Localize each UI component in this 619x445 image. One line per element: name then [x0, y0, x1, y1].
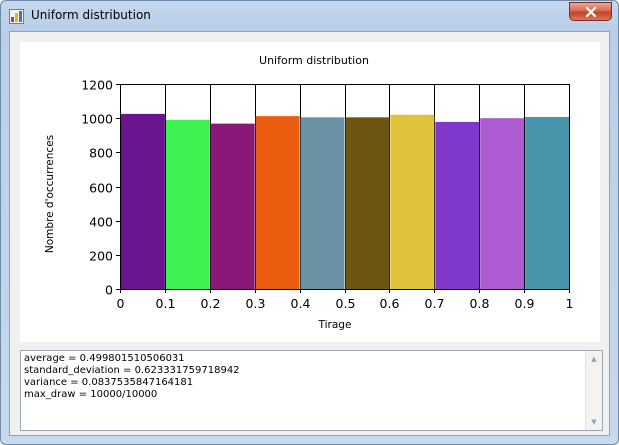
stat-line-variance: variance = 0.0837535847164181 — [24, 377, 194, 388]
bar-3 — [255, 116, 300, 289]
bar-7 — [435, 121, 480, 289]
bar-8 — [480, 118, 525, 290]
scroll-down-arrow-icon[interactable]: ▼ — [586, 414, 602, 430]
chart-title: Uniform distribution — [259, 54, 369, 67]
x-tick-label-10: 1 — [566, 296, 574, 311]
bar-2 — [210, 123, 255, 289]
x-tick-label-9: 0.9 — [515, 296, 535, 311]
bar-0 — [121, 113, 165, 289]
close-button[interactable] — [569, 2, 612, 21]
x-tick-label-1: 0.1 — [156, 296, 176, 311]
x-tick-label-5: 0.5 — [336, 296, 356, 311]
x-tick-label-7: 0.7 — [425, 296, 445, 311]
x-tick-label-4: 0.4 — [291, 296, 311, 311]
stat-line-standard-deviation: standard_deviation = 0.623331759718942 — [24, 365, 240, 376]
bar-6 — [390, 114, 435, 289]
chart-panel: Uniform distribution Nombre d'occurrence… — [20, 42, 600, 342]
y-tick-label-0: 0 — [105, 283, 113, 298]
x-tick-label-0: 0 — [117, 296, 125, 311]
x-tick-label-2: 0.2 — [201, 296, 221, 311]
y-tick-label-1: 200 — [89, 249, 113, 264]
window-title: Uniform distribution — [31, 8, 151, 22]
x-tick-label-8: 0.8 — [470, 296, 490, 311]
bar-5 — [345, 117, 390, 289]
x-axis-label: Tirage — [318, 319, 352, 331]
bar-1 — [165, 119, 210, 289]
client-area: Uniform distribution Nombre d'occurrence… — [9, 31, 610, 436]
scroll-up-arrow-icon[interactable]: ▲ — [586, 351, 602, 367]
stat-line-average: average = 0.499801510506031 — [24, 353, 185, 364]
x-tick-label-6: 0.6 — [380, 296, 400, 311]
stat-line-max-draw: max_draw = 10000/10000 — [24, 389, 158, 400]
x-tick-label-3: 0.3 — [246, 296, 266, 311]
vertical-scrollbar[interactable]: ▲ ▼ — [585, 351, 602, 430]
y-tick-label-4: 800 — [89, 146, 113, 161]
bar-9 — [525, 116, 569, 290]
statistics-textbox[interactable]: average = 0.499801510506031 standard_dev… — [20, 350, 603, 431]
chart-app-icon[interactable] — [9, 9, 24, 24]
bar-4 — [300, 117, 345, 289]
y-tick-label-6: 1200 — [81, 78, 113, 93]
close-icon — [585, 6, 596, 17]
y-tick-label-3: 600 — [89, 181, 113, 196]
y-tick-label-2: 400 — [89, 215, 113, 230]
histogram-chart: Uniform distribution Nombre d'occurrence… — [44, 54, 574, 331]
title-bar[interactable]: Uniform distribution — [1, 1, 618, 31]
statistics-text: average = 0.499801510506031 standard_dev… — [24, 353, 240, 401]
y-tick-label-5: 1000 — [81, 112, 113, 127]
y-axis-label: Nombre d'occurrences — [44, 135, 56, 253]
main-window: Uniform distribution Uniform distributio… — [0, 0, 619, 445]
